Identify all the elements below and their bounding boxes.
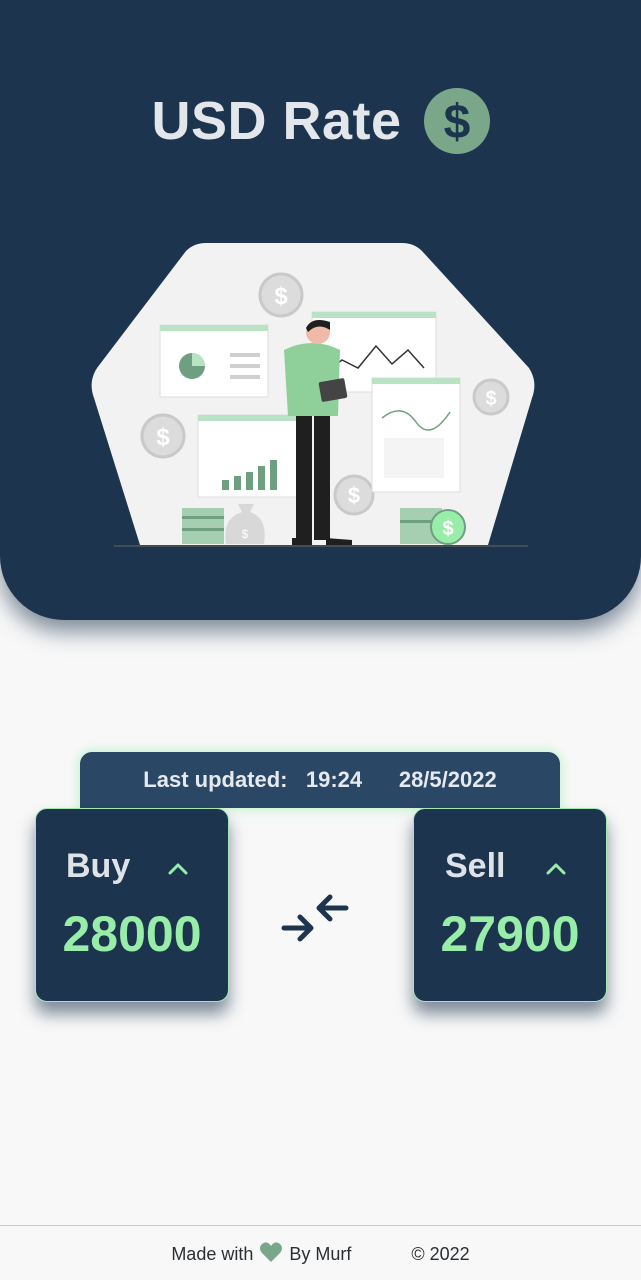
svg-text:$: $ — [485, 388, 496, 410]
chevron-up-icon — [167, 861, 189, 880]
svg-text:$: $ — [274, 283, 288, 310]
sell-rate-card[interactable]: Sell 27900 — [413, 808, 607, 1002]
header-panel: USD Rate $ $ $ $ $ $ $ — [0, 0, 641, 620]
sell-value: 27900 — [440, 906, 580, 962]
last-updated-label: Last updated: — [143, 767, 288, 792]
title-row: USD Rate $ — [0, 86, 641, 156]
dollar-circle-icon: $ — [423, 88, 490, 154]
sell-label: Sell — [445, 847, 506, 885]
svg-text:$: $ — [443, 96, 470, 146]
svg-text:$: $ — [156, 424, 170, 451]
svg-text:$: $ — [348, 483, 360, 508]
page-title: USD Rate — [151, 91, 402, 151]
footer-author: By Murf — [289, 1243, 352, 1264]
last-updated-time: 19:24 — [305, 767, 363, 792]
last-updated-bar: Last updated: 19:24 28/5/2022 — [80, 752, 560, 808]
last-updated-date: 28/5/2022 — [398, 767, 497, 792]
chevron-up-icon — [545, 861, 567, 880]
footer-divider — [0, 1225, 641, 1226]
footer-copyright: © 2022 — [411, 1243, 470, 1264]
svg-text:$: $ — [442, 518, 453, 540]
heart-icon — [259, 1241, 283, 1268]
footer: Made with By Murf © 2022 — [0, 1240, 641, 1268]
swap-arrows-icon — [281, 894, 349, 942]
buy-value: 28000 — [62, 906, 202, 962]
footer-made-with: Made with — [171, 1243, 254, 1264]
buy-rate-card[interactable]: Buy 28000 — [35, 808, 229, 1002]
svg-text:$: $ — [242, 527, 249, 541]
buy-label: Buy — [66, 847, 131, 885]
finance-illustration-icon: $ $ $ $ $ $ — [91, 243, 535, 547]
